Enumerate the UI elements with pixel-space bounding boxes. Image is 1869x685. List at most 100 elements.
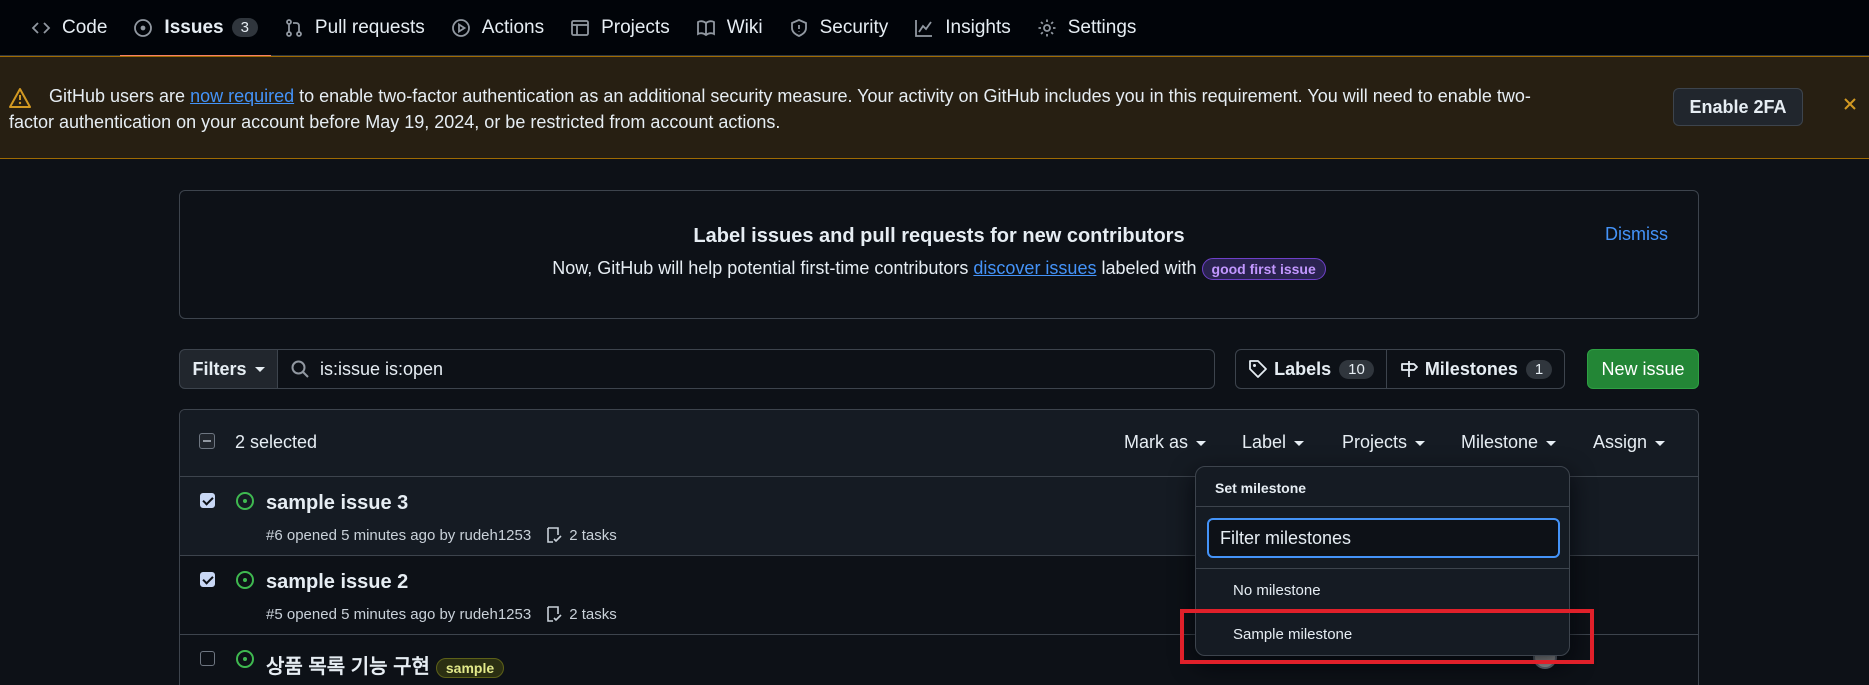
search-query: is:issue is:open — [320, 358, 444, 379]
milestone-menu[interactable]: Milestone — [1461, 432, 1557, 453]
issue-meta: #5 opened 5 minutes ago by rudeh1253 2 t… — [266, 605, 617, 623]
milestones-label: Milestones — [1424, 358, 1518, 379]
discover-issues-link[interactable]: discover issues — [973, 258, 1096, 278]
tab-label: Pull requests — [314, 16, 425, 38]
code-icon — [31, 21, 51, 34]
filter-milestones-input[interactable] — [1207, 518, 1560, 558]
checklist-icon — [547, 606, 562, 622]
issue-opened-icon — [236, 650, 254, 668]
new-issue-button[interactable]: New issue — [1587, 349, 1699, 389]
good-first-issue-label: good first issue — [1201, 258, 1326, 281]
tab-label: Security — [819, 16, 889, 38]
tab-label: Insights — [945, 16, 1011, 38]
tag-icon — [1249, 360, 1268, 378]
two-factor-banner: GitHub users are now required to enable … — [0, 56, 1869, 159]
filters-label: Filters — [192, 358, 247, 379]
issue-meta-text: #5 opened 5 minutes ago by rudeh1253 — [266, 605, 532, 623]
selected-count: 2 selected — [235, 432, 318, 452]
caret-down-icon — [1196, 440, 1207, 446]
tab-label: Wiki — [726, 16, 763, 38]
milestone-icon — [1400, 361, 1418, 377]
mark-as-menu[interactable]: Mark as — [1124, 432, 1207, 453]
dropdown-header: Set milestone — [1215, 480, 1307, 496]
graph-icon — [915, 19, 933, 37]
tab-label: Issues — [164, 16, 224, 38]
select-all-checkbox[interactable] — [199, 433, 215, 449]
dismiss-link[interactable]: Dismiss — [1605, 224, 1668, 245]
issue-tasks: 2 tasks — [569, 605, 617, 623]
issue-opened-icon — [134, 18, 153, 37]
milestones-count-badge: 1 — [1525, 359, 1553, 379]
divider — [1196, 568, 1569, 569]
book-icon — [696, 19, 715, 36]
tab-pull-requests[interactable]: Pull requests — [271, 0, 438, 56]
close-icon[interactable] — [1842, 96, 1858, 112]
checklist-icon — [547, 527, 562, 543]
issue-title[interactable]: 상품 목록 기능 구현 sample — [266, 650, 505, 679]
caret-down-icon — [254, 366, 265, 372]
caret-down-icon — [1655, 440, 1666, 446]
gear-icon — [1038, 19, 1056, 36]
divider — [1196, 506, 1569, 507]
issue-tasks: 2 tasks — [569, 526, 617, 544]
labels-milestones-group: Labels 10 Milestones 1 — [1235, 349, 1565, 389]
assign-menu[interactable]: Assign — [1593, 432, 1666, 453]
issue-search-input[interactable]: is:issue is:open — [277, 349, 1215, 389]
tab-label: Projects — [601, 16, 670, 38]
menu-label: Projects — [1342, 432, 1408, 452]
tab-projects[interactable]: Projects — [557, 0, 683, 56]
play-icon — [451, 18, 470, 37]
tab-code[interactable]: Code — [18, 0, 120, 56]
new-contributors-callout: Label issues and pull requests for new c… — [179, 190, 1699, 319]
labels-button[interactable]: Labels 10 — [1236, 350, 1387, 388]
tab-insights[interactable]: Insights — [901, 0, 1023, 56]
tab-wiki[interactable]: Wiki — [683, 0, 776, 56]
issues-count-badge: 3 — [231, 18, 258, 37]
repo-nav: Code Issues 3 Pull requests Actions Proj… — [0, 0, 1869, 57]
issue-meta: #6 opened 5 minutes ago by rudeh1253 2 t… — [266, 526, 617, 544]
banner-message: GitHub users are now required to enable … — [9, 83, 1569, 135]
issue-opened-icon — [236, 571, 254, 589]
labels-count-badge: 10 — [1339, 359, 1374, 379]
projects-menu[interactable]: Projects — [1342, 432, 1426, 453]
menu-label: Mark as — [1124, 432, 1189, 452]
issue-title[interactable]: sample issue 3 — [266, 492, 408, 515]
caret-down-icon — [1546, 440, 1557, 446]
shield-icon — [790, 18, 807, 37]
issue-title-text: 상품 목록 기능 구현 — [266, 656, 430, 678]
labels-label: Labels — [1274, 358, 1332, 379]
tab-label: Actions — [481, 16, 545, 38]
callout-text-after: labeled with — [1096, 258, 1202, 278]
menu-label: Milestone — [1461, 432, 1539, 452]
issue-meta-text: #6 opened 5 minutes ago by rudeh1253 — [266, 526, 532, 544]
row-checkbox[interactable] — [200, 651, 215, 666]
caret-down-icon — [1294, 440, 1305, 446]
menu-label: Assign — [1593, 432, 1648, 452]
callout-subtitle: Now, GitHub will help potential first-ti… — [180, 258, 1698, 281]
menu-label: Label — [1242, 432, 1287, 452]
table-icon — [571, 19, 589, 36]
filters-button[interactable]: Filters — [179, 349, 278, 389]
row-checkbox[interactable] — [200, 572, 215, 587]
enable-2fa-button[interactable]: Enable 2FA — [1673, 88, 1803, 126]
label-menu[interactable]: Label — [1242, 432, 1305, 453]
milestones-button[interactable]: Milestones 1 — [1387, 350, 1564, 388]
tab-label: Code — [62, 16, 108, 38]
tab-settings[interactable]: Settings — [1024, 0, 1150, 56]
callout-title: Label issues and pull requests for new c… — [693, 225, 1185, 247]
tab-security[interactable]: Security — [776, 0, 902, 56]
tab-issues[interactable]: Issues 3 — [120, 0, 271, 57]
callout-text-before: Now, GitHub will help potential first-ti… — [552, 258, 974, 278]
now-required-link[interactable]: now required — [190, 86, 294, 106]
no-milestone-option[interactable]: No milestone — [1233, 582, 1321, 599]
caret-down-icon — [1415, 440, 1426, 446]
issue-title[interactable]: sample issue 2 — [266, 571, 408, 594]
sample-label[interactable]: sample — [435, 657, 505, 678]
row-checkbox[interactable] — [200, 493, 215, 508]
pull-request-icon — [286, 18, 302, 37]
tab-actions[interactable]: Actions — [438, 0, 557, 56]
issue-opened-icon — [236, 492, 254, 510]
search-icon — [291, 360, 309, 378]
banner-text-before: GitHub users are — [49, 86, 191, 106]
highlight-box — [1180, 609, 1594, 664]
